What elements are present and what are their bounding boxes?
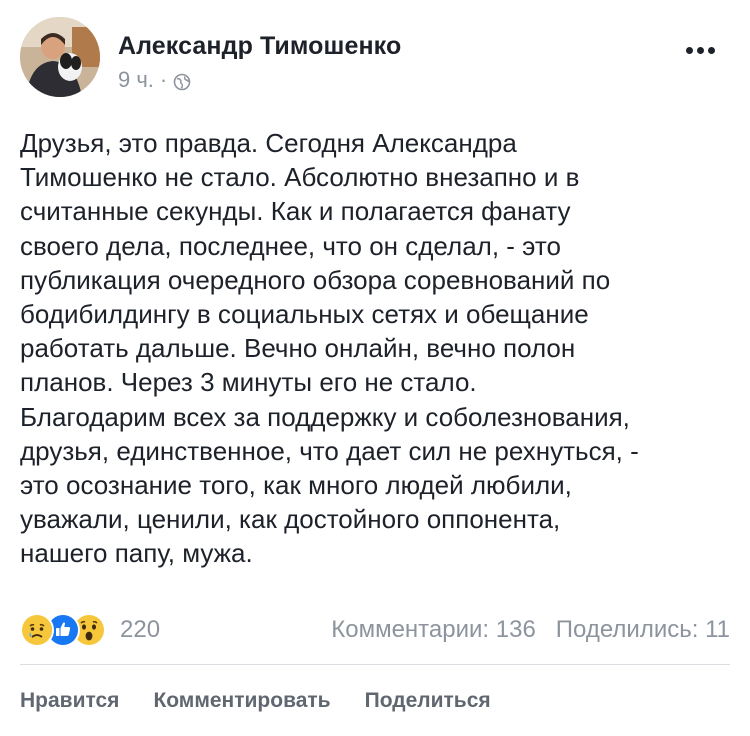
sad-reaction-icon [20,613,54,647]
share-button[interactable]: Поделиться [365,689,491,713]
avatar[interactable] [20,17,100,97]
actions-divider [20,664,730,665]
post-meta: 9 ч. · [118,67,191,93]
comment-button[interactable]: Комментировать [153,689,330,713]
shares-count[interactable]: Поделились: 11 [556,616,730,644]
facebook-post: Александр Тимошенко 9 ч. · Друзья, это п… [0,0,750,736]
comments-count[interactable]: Комментарии: 136 [331,616,536,644]
author-name[interactable]: Александр Тимошенко [118,32,401,61]
globe-icon [173,71,191,91]
post-text: Друзья, это правда. Сегодня Александра Т… [20,128,639,569]
more-horizontal-icon [685,46,693,54]
more-options-button[interactable] [680,35,720,65]
meta-separator: · [159,67,168,92]
engagement-counts: Комментарии: 136 Поделились: 11 [331,616,730,644]
reaction-count[interactable]: 220 [120,616,160,644]
post-actions: Нравится Комментировать Поделиться [20,686,730,716]
post-header: Александр Тимошенко 9 ч. · [20,17,730,99]
reactions-summary[interactable] [20,613,106,647]
post-timestamp[interactable]: 9 ч. [118,67,154,93]
post-stats: 220 Комментарии: 136 Поделились: 11 [20,612,730,648]
like-button[interactable]: Нравится [20,689,119,713]
